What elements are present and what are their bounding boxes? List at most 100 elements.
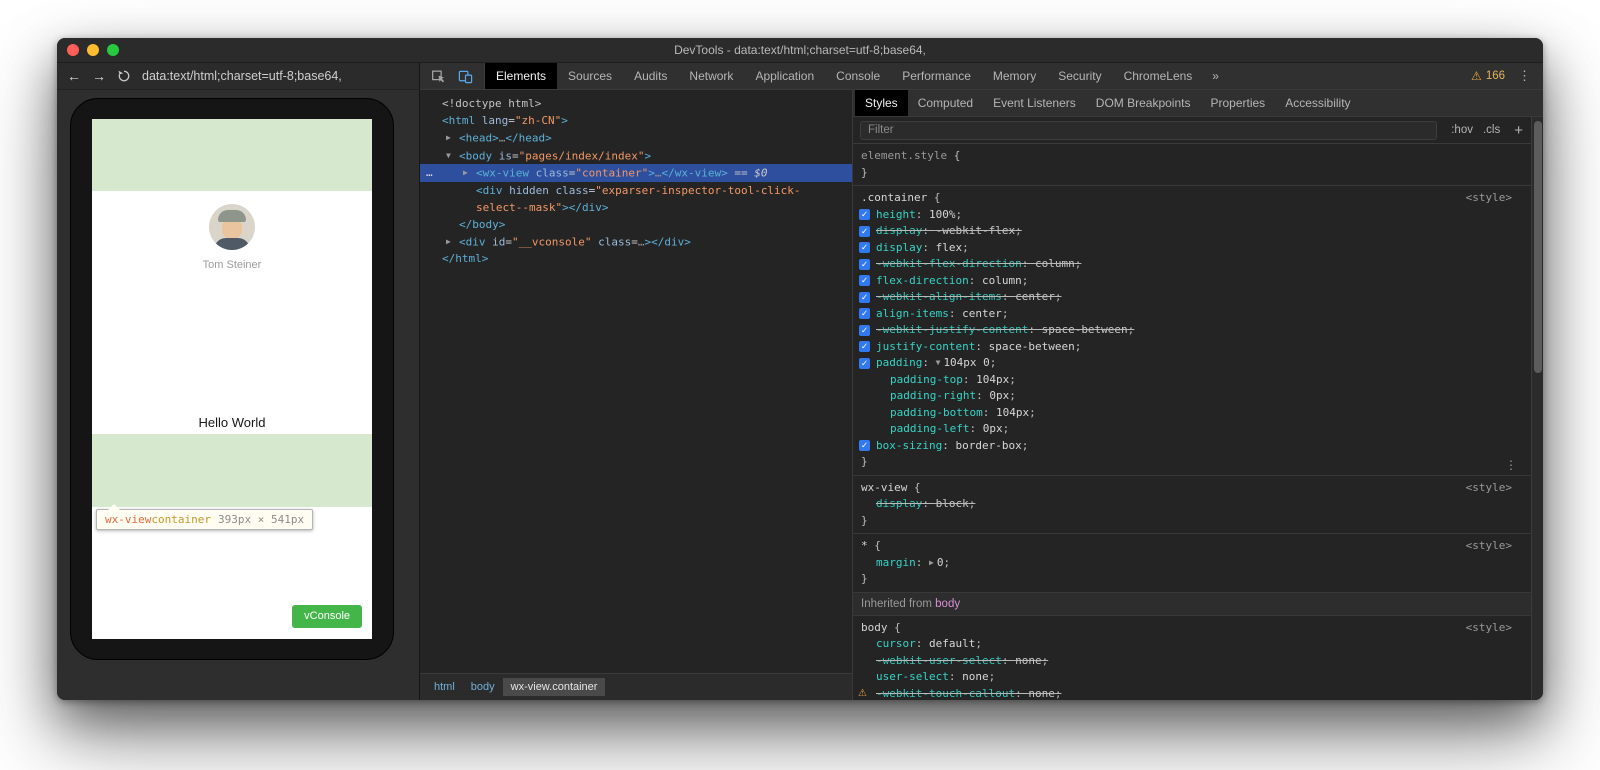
dom-tree-row[interactable]: <!doctype html> — [420, 95, 852, 112]
stylesheet-link[interactable]: <style> — [1466, 190, 1512, 207]
node-link[interactable]: body — [935, 598, 960, 610]
tab-console[interactable]: Console — [825, 63, 891, 89]
new-style-rule-button[interactable]: + — [1514, 122, 1523, 139]
rule-selector[interactable]: element.style — [861, 149, 947, 162]
breadcrumb-item[interactable]: html — [426, 678, 463, 696]
dom-tree[interactable]: <!doctype html><html lang="zh-CN">▶<head… — [420, 90, 852, 673]
property-checkbox[interactable]: ✓ — [859, 440, 870, 451]
css-declaration[interactable]: user-select: none; — [853, 669, 1531, 686]
property-checkbox[interactable]: ✓ — [859, 259, 870, 270]
dom-tree-row[interactable]: select--mask"></div> — [420, 199, 852, 216]
breadcrumb-item[interactable]: wx-view.container — [503, 678, 606, 696]
css-declaration[interactable]: padding-right: 0px; — [853, 388, 1531, 405]
class-toggle[interactable]: .cls — [1483, 124, 1500, 136]
expand-arrow-icon[interactable]: ▶ — [446, 129, 459, 146]
css-declaration[interactable]: ⚠-webkit-touch-callout: none; — [853, 686, 1531, 701]
address-bar[interactable]: data:text/html;charset=utf-8;base64, — [142, 69, 342, 83]
inspect-element-icon[interactable] — [426, 66, 451, 87]
dom-tree-row[interactable]: ▶<head>…</head> — [420, 129, 852, 147]
tab-performance[interactable]: Performance — [891, 63, 982, 89]
tab-security[interactable]: Security — [1047, 63, 1112, 89]
vconsole-button[interactable]: vConsole — [292, 605, 362, 628]
dom-tree-row[interactable]: </html> — [420, 250, 852, 267]
stylesheet-link[interactable]: <style> — [1466, 620, 1512, 637]
forward-icon[interactable]: → — [92, 69, 106, 83]
dom-tree-row[interactable]: </body> — [420, 216, 852, 233]
css-declaration[interactable]: display: block; — [853, 496, 1531, 513]
stylesheet-link[interactable]: <style> — [1466, 538, 1512, 555]
close-button[interactable] — [67, 44, 79, 56]
css-declaration[interactable]: ✓align-items: center; — [853, 306, 1531, 323]
collapse-longhand-icon[interactable]: ▼ — [936, 358, 941, 367]
css-declaration[interactable]: ✓box-sizing: border-box; — [853, 438, 1531, 455]
stylesheet-link[interactable]: <style> — [1466, 480, 1512, 497]
rule-more-icon[interactable]: ⋮ — [1505, 458, 1517, 472]
minimize-button[interactable] — [87, 44, 99, 56]
tab-memory[interactable]: Memory — [982, 63, 1047, 89]
sidebar-tab-computed[interactable]: Computed — [908, 90, 983, 116]
property-checkbox[interactable]: ✓ — [859, 292, 870, 303]
tab-elements[interactable]: Elements — [485, 63, 557, 89]
pseudo-state-toggle[interactable]: :hov — [1451, 124, 1473, 136]
css-declaration[interactable]: ✓justify-content: space-between; — [853, 339, 1531, 356]
css-declaration[interactable]: padding-bottom: 104px; — [853, 405, 1531, 422]
zoom-button[interactable] — [107, 44, 119, 56]
property-checkbox[interactable]: ✓ — [859, 209, 870, 220]
css-declaration[interactable]: padding-top: 104px; — [853, 372, 1531, 389]
tab-network[interactable]: Network — [678, 63, 744, 89]
property-checkbox[interactable]: ✓ — [859, 341, 870, 352]
device-toolbar-icon[interactable] — [453, 66, 478, 87]
rule-selector[interactable]: wx-view — [861, 481, 907, 494]
property-checkbox[interactable]: ✓ — [859, 308, 870, 319]
rule-selector[interactable]: .container — [861, 191, 927, 204]
back-icon[interactable]: ← — [67, 69, 81, 83]
tab-sources[interactable]: Sources — [557, 63, 623, 89]
css-declaration[interactable]: ✓flex-direction: column; — [853, 273, 1531, 290]
more-tabs-chevron[interactable]: » — [1203, 63, 1228, 89]
property-checkbox[interactable]: ✓ — [859, 242, 870, 253]
property-checkbox[interactable]: ✓ — [859, 226, 870, 237]
styles-pane[interactable]: element.style {}.container {<style>✓heig… — [853, 144, 1543, 700]
css-declaration[interactable]: ✓height: 100%; — [853, 207, 1531, 224]
sidebar-tab-accessibility[interactable]: Accessibility — [1275, 90, 1360, 116]
tab-audits[interactable]: Audits — [623, 63, 678, 89]
css-declaration[interactable]: ✓padding: ▼104px 0; — [853, 355, 1531, 372]
sidebar-tab-event-listeners[interactable]: Event Listeners — [983, 90, 1086, 116]
expand-arrow-icon[interactable]: ▶ — [463, 164, 476, 181]
tab-chromelens[interactable]: ChromeLens — [1113, 63, 1204, 89]
styles-filter-input[interactable] — [860, 121, 1437, 140]
css-declaration[interactable]: ✓-webkit-align-items: center; — [853, 289, 1531, 306]
dom-tree-row[interactable]: <html lang="zh-CN"> — [420, 112, 852, 129]
css-declaration[interactable]: ✓display: -webkit-flex; — [853, 223, 1531, 240]
dom-tree-row[interactable]: <div hidden class="exparser-inspector-to… — [420, 182, 852, 199]
dom-tree-row[interactable]: ▶<div id="__vconsole" class=…></div> — [420, 233, 852, 251]
scrollbar-thumb[interactable] — [1534, 121, 1542, 373]
breadcrumb-item[interactable]: body — [463, 678, 503, 696]
console-warnings-badge[interactable]: ⚠166 — [1471, 70, 1505, 82]
property-checkbox[interactable]: ✓ — [859, 325, 870, 336]
expand-longhand-icon[interactable]: ▶ — [929, 558, 934, 567]
scrollbar[interactable] — [1531, 117, 1543, 700]
sidebar-tab-styles[interactable]: Styles — [855, 90, 908, 116]
css-declaration[interactable]: padding-left: 0px; — [853, 421, 1531, 438]
css-declaration[interactable]: margin: ▶0; — [853, 555, 1531, 572]
css-declaration[interactable]: -webkit-user-select: none; — [853, 653, 1531, 670]
css-declaration[interactable]: ✓display: flex; — [853, 240, 1531, 257]
dom-tree-row[interactable]: ▼<body is="pages/index/index"> — [420, 147, 852, 165]
reload-icon[interactable] — [117, 69, 131, 83]
expand-arrow-icon[interactable]: ▼ — [446, 147, 459, 164]
property-checkbox[interactable]: ✓ — [859, 275, 870, 286]
sidebar-tab-properties[interactable]: Properties — [1200, 90, 1275, 116]
css-declaration[interactable]: ✓-webkit-justify-content: space-between; — [853, 322, 1531, 339]
dom-tree-row[interactable]: …▶<wx-view class="container">…</wx-view>… — [420, 164, 852, 182]
tab-application[interactable]: Application — [744, 63, 825, 89]
css-declaration[interactable]: ✓-webkit-flex-direction: column; — [853, 256, 1531, 273]
expand-arrow-icon[interactable]: ▶ — [446, 233, 459, 250]
devtools-menu-icon[interactable]: ⋮ — [1518, 68, 1531, 84]
rule-selector[interactable]: body — [861, 621, 888, 634]
rule-selector[interactable]: * — [861, 539, 868, 552]
sidebar-tab-dom-breakpoints[interactable]: DOM Breakpoints — [1086, 90, 1201, 116]
property-checkbox[interactable]: ✓ — [859, 358, 870, 369]
css-declaration[interactable]: cursor: default; — [853, 636, 1531, 653]
more-actions-icon[interactable]: … — [426, 164, 433, 181]
